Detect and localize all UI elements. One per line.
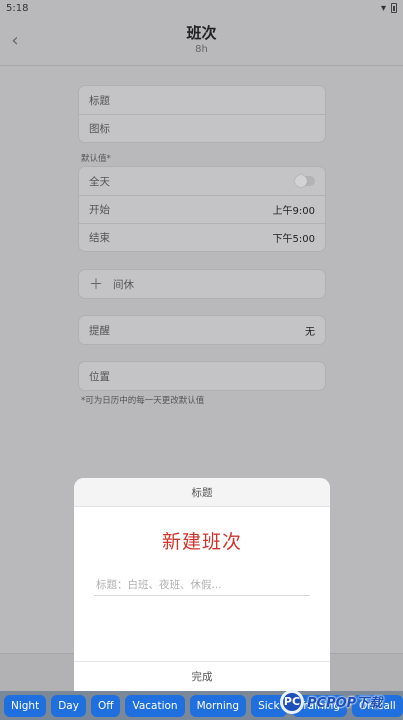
- title-field-label: 标题: [89, 94, 110, 107]
- chip-on-call[interactable]: On-call: [351, 694, 403, 717]
- break-card[interactable]: ＋ 间休: [78, 269, 326, 299]
- preset-chip-bar: Night Day Off Vacation Morning Sick Trai…: [0, 691, 403, 720]
- shift-title-input[interactable]: [94, 574, 310, 596]
- dialog-heading: 新建班次: [161, 531, 242, 553]
- new-shift-dialog: 标题 新建班次 完成: [74, 478, 330, 691]
- reminder-card[interactable]: 提醒 无: [78, 315, 326, 345]
- location-card[interactable]: 位置: [78, 361, 326, 391]
- chip-night[interactable]: Night: [4, 694, 47, 717]
- end-value: 下午5:00: [272, 234, 315, 245]
- reminder-label: 提醒: [89, 324, 110, 337]
- icon-row[interactable]: 图标: [79, 114, 325, 142]
- wifi-icon: ▾: [380, 2, 386, 14]
- reminder-value: 无: [305, 326, 315, 338]
- start-value: 上午9:00: [272, 206, 315, 217]
- app-header: ‹ 班次 8h: [0, 16, 403, 66]
- start-row[interactable]: 开始 上午9:00: [79, 195, 325, 223]
- location-label: 位置: [89, 370, 110, 383]
- end-label: 结束: [89, 232, 110, 244]
- chip-off[interactable]: Off: [90, 694, 121, 717]
- chip-vacation[interactable]: Vacation: [125, 694, 185, 717]
- title-row[interactable]: 标题: [79, 86, 325, 114]
- break-label: 间休: [113, 278, 134, 291]
- title-icon-card: 标题 图标: [78, 85, 326, 143]
- chip-sick[interactable]: Sick: [251, 694, 287, 717]
- battery-icon: [391, 3, 397, 13]
- page-title: 班次: [186, 24, 217, 42]
- status-time: 5:18: [6, 2, 29, 14]
- done-button[interactable]: 完成: [74, 661, 330, 691]
- all-day-toggle[interactable]: [295, 175, 315, 187]
- chip-day[interactable]: Day: [51, 694, 86, 717]
- all-day-label: 全天: [89, 175, 110, 188]
- reminder-row[interactable]: 提醒 无: [79, 316, 325, 344]
- status-bar: 5:18 ▾: [0, 0, 403, 16]
- time-card: 全天 开始 上午9:00 结束 下午5:00: [78, 166, 326, 252]
- end-row[interactable]: 结束 下午5:00: [79, 223, 325, 251]
- status-icons: ▾: [381, 3, 397, 14]
- start-label: 开始: [89, 204, 110, 216]
- chip-training[interactable]: Training: [291, 694, 347, 717]
- add-break-row[interactable]: ＋ 间休: [79, 270, 325, 298]
- chip-morning[interactable]: Morning: [189, 694, 247, 717]
- dialog-header: 标题: [74, 478, 330, 507]
- location-row[interactable]: 位置: [79, 362, 325, 390]
- plus-icon: ＋: [89, 277, 103, 293]
- icon-field-label: 图标: [89, 123, 110, 135]
- default-section-label: 默认值*: [81, 154, 111, 164]
- all-day-row[interactable]: 全天: [79, 167, 325, 195]
- page-subtitle: 8h: [195, 44, 208, 55]
- footnote: *可为日历中的每一天更改默认值: [81, 396, 205, 406]
